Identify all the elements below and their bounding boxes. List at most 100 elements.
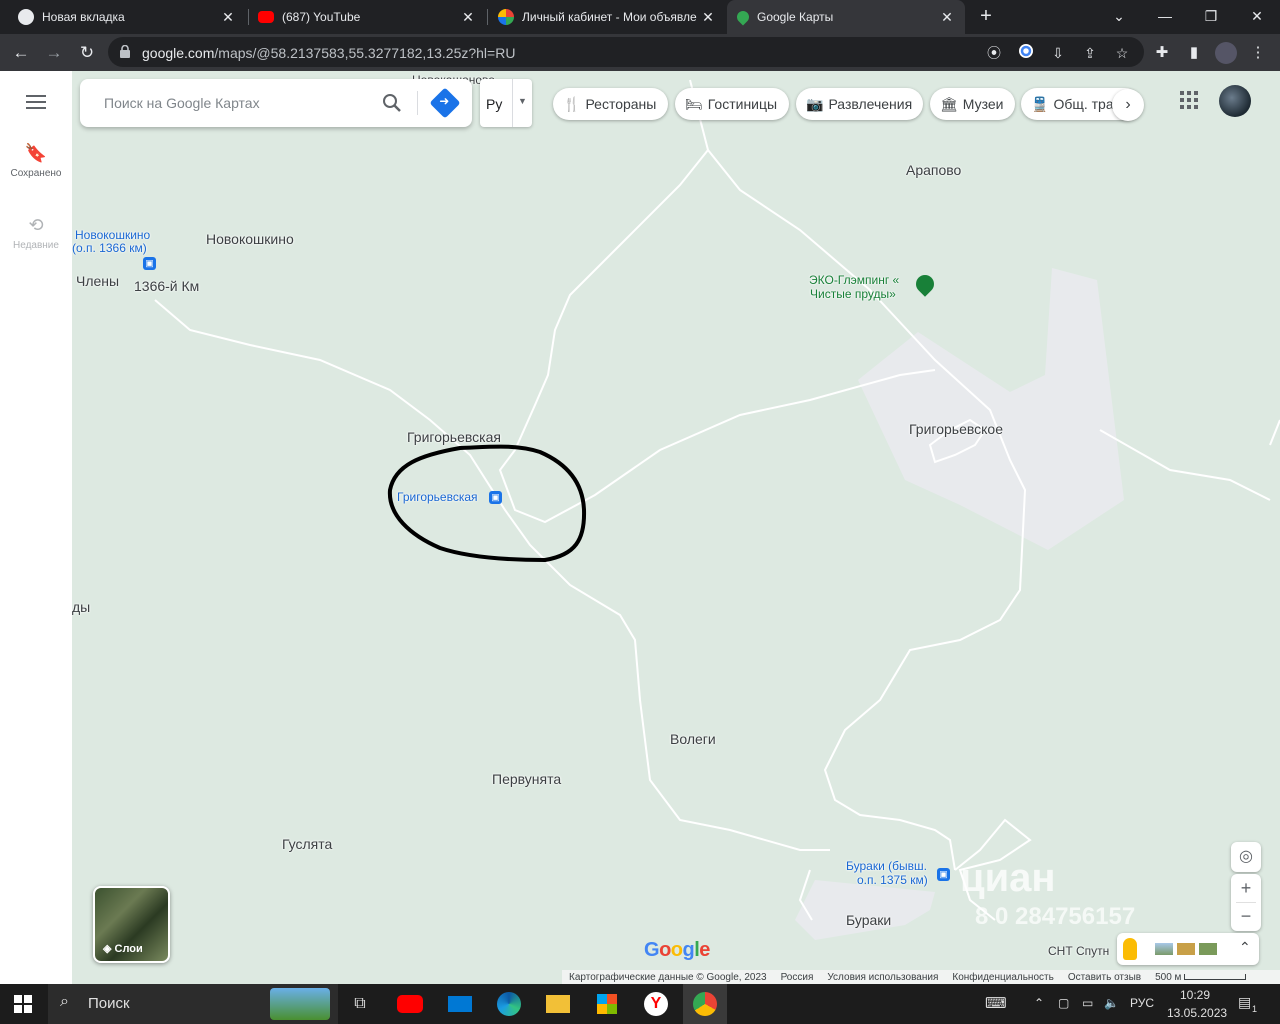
poi-label[interactable]: Чистые пруды» — [810, 287, 896, 301]
train-station-icon[interactable]: ▣ — [143, 257, 156, 270]
poi-label[interactable]: ЭКО-Глэмпинг « — [809, 273, 899, 287]
place-label[interactable]: Члены — [76, 273, 119, 289]
clock-time[interactable]: 10:29 — [1180, 988, 1210, 1002]
language-selector[interactable]: Ру ▼ — [480, 79, 532, 127]
minimize-icon[interactable]: — — [1142, 0, 1188, 34]
place-label[interactable]: Григорьевская — [407, 429, 501, 445]
back-icon[interactable]: ← — [8, 40, 34, 66]
footer-feedback[interactable]: Оставить отзыв — [1068, 972, 1141, 983]
dropdown-arrow-icon[interactable]: ▼ — [518, 96, 527, 106]
side-panel-icon[interactable]: ▮ — [1183, 42, 1205, 64]
forward-icon[interactable]: → — [41, 40, 67, 66]
close-icon[interactable]: ✕ — [460, 9, 476, 26]
thumbnail-icon[interactable] — [1177, 943, 1195, 955]
window-close-icon[interactable]: ✕ — [1234, 0, 1280, 34]
tab-new[interactable]: Новая вкладка ✕ — [8, 0, 246, 34]
place-label[interactable]: Бураки — [846, 912, 891, 928]
scale-label[interactable]: 500 м — [1155, 972, 1181, 983]
avatar[interactable] — [1219, 85, 1251, 117]
extensions-icon[interactable]: ✚ — [1151, 42, 1173, 64]
close-icon[interactable]: ✕ — [220, 9, 236, 26]
footer-privacy[interactable]: Конфиденциальность — [952, 972, 1053, 983]
google-lens-icon[interactable] — [1016, 43, 1036, 63]
map-canvas[interactable] — [0, 71, 1280, 984]
tab-google-maps[interactable]: Google Карты ✕ — [727, 0, 965, 34]
taskbar-search[interactable]: ⌕ Поиск — [48, 984, 338, 1024]
yandex-browser-icon[interactable]: Y — [640, 988, 672, 1020]
zoom-in-button[interactable]: + — [1231, 874, 1261, 902]
search-input[interactable]: Поиск на Google Картах — [104, 95, 260, 111]
train-station-icon[interactable]: ▣ — [937, 868, 950, 881]
chip-museums[interactable]: 🏛 Музеи — [930, 88, 1015, 120]
layers-button[interactable]: ◈ Слои — [93, 886, 170, 963]
new-tab-button[interactable]: + — [972, 4, 1000, 30]
profile-icon[interactable] — [1215, 42, 1237, 64]
input-language[interactable]: РУС — [1130, 996, 1154, 1010]
search-box[interactable]: Поиск на Google Картах ➜ — [80, 79, 472, 127]
pegman-icon[interactable] — [1123, 938, 1137, 960]
reload-icon[interactable]: ↻ — [74, 40, 100, 66]
store-icon[interactable] — [591, 988, 623, 1020]
close-icon[interactable]: ✕ — [700, 9, 716, 26]
tab-cabinet[interactable]: Личный кабинет - Мои объявле ✕ — [488, 0, 726, 34]
station-label[interactable]: Бураки (бывш. — [846, 859, 927, 873]
mail-icon[interactable] — [444, 988, 476, 1020]
thumbnail-icon[interactable] — [1155, 943, 1173, 955]
place-label[interactable]: Волеги — [670, 731, 716, 747]
station-label[interactable]: Новокошкино — [75, 228, 150, 242]
address-bar[interactable]: google.com/maps/@58.2137583,55.3277182,1… — [108, 37, 1144, 67]
expand-icon[interactable]: ⌃ — [1239, 939, 1251, 956]
volume-icon[interactable]: 🔈 — [1104, 996, 1119, 1010]
search-icon[interactable] — [380, 91, 404, 115]
task-view-icon[interactable]: ⧉ — [344, 988, 376, 1020]
meet-icon[interactable]: ▢ — [1058, 996, 1069, 1010]
my-location-icon[interactable]: ◎ — [1231, 842, 1261, 872]
tab-youtube[interactable]: (687) YouTube ✕ — [248, 0, 486, 34]
file-explorer-icon[interactable] — [542, 988, 574, 1020]
youtube-app-icon[interactable] — [394, 988, 426, 1020]
place-label[interactable]: СНТ Спутн — [1048, 944, 1109, 958]
saved-button[interactable]: 🔖 Сохранено — [0, 143, 72, 179]
place-label[interactable]: Первунята — [492, 771, 561, 787]
place-label[interactable]: Новокошкино — [206, 231, 294, 247]
zoom-out-button[interactable]: − — [1231, 903, 1261, 931]
place-label[interactable]: Арапово — [906, 162, 961, 178]
directions-icon[interactable]: ➜ — [429, 87, 461, 119]
chip-hotels[interactable]: 🛏 Гостиницы — [675, 88, 789, 120]
notification-icon[interactable]: ▤ — [1238, 994, 1251, 1011]
share-icon[interactable]: ⇪ — [1080, 43, 1100, 63]
windows-start-icon[interactable] — [14, 995, 32, 1013]
google-apps-icon[interactable] — [1180, 91, 1200, 111]
clock-date[interactable]: 13.05.2023 — [1167, 1006, 1227, 1020]
install-icon[interactable]: ⇩ — [1048, 43, 1068, 63]
edge-icon[interactable] — [493, 988, 525, 1020]
station-label[interactable]: о.п. 1375 км) — [857, 873, 928, 887]
station-label[interactable]: (о.п. 1366 км) — [72, 241, 147, 255]
chrome-taskbar-icon[interactable] — [683, 984, 727, 1024]
menu-icon[interactable]: ⋮ — [1247, 42, 1269, 64]
keyboard-icon[interactable]: ⌨ — [985, 994, 1007, 1012]
footer-country[interactable]: Россия — [781, 972, 814, 983]
map-viewport[interactable]: 🔖 Сохранено ⟲ Недавние Поиск на Google К… — [0, 71, 1280, 984]
place-label[interactable]: Гуслята — [282, 836, 332, 852]
station-label[interactable]: Григорьевская — [397, 490, 478, 504]
tray-chevron-icon[interactable]: ⌃ — [1034, 996, 1044, 1010]
network-icon[interactable]: ▭ — [1082, 996, 1093, 1010]
location-icon[interactable]: ⦿ — [984, 43, 1004, 63]
place-label[interactable]: Григорьевское — [909, 421, 1003, 437]
close-icon[interactable]: ✕ — [939, 9, 955, 26]
thumbnail-icon[interactable] — [1199, 943, 1217, 955]
place-label[interactable]: ды — [72, 599, 90, 615]
tab-search-icon[interactable]: ⌄ — [1096, 0, 1142, 34]
place-label[interactable]: 1366-й Км — [134, 278, 199, 294]
footer-terms[interactable]: Условия использования — [827, 972, 938, 983]
chip-restaurants[interactable]: 🍴 Рестораны — [553, 88, 668, 120]
restore-icon[interactable]: ❐ — [1188, 0, 1234, 34]
chip-entertainment[interactable]: 📷 Развлечения — [796, 88, 923, 120]
bookmark-star-icon[interactable]: ☆ — [1112, 43, 1132, 63]
chevron-right-icon[interactable]: › — [1112, 89, 1144, 121]
hamburger-menu-icon[interactable] — [26, 95, 46, 109]
train-station-icon[interactable]: ▣ — [489, 491, 502, 504]
recent-button[interactable]: ⟲ Недавние — [0, 215, 72, 251]
chip-label: Общ. тра — [1053, 96, 1114, 112]
